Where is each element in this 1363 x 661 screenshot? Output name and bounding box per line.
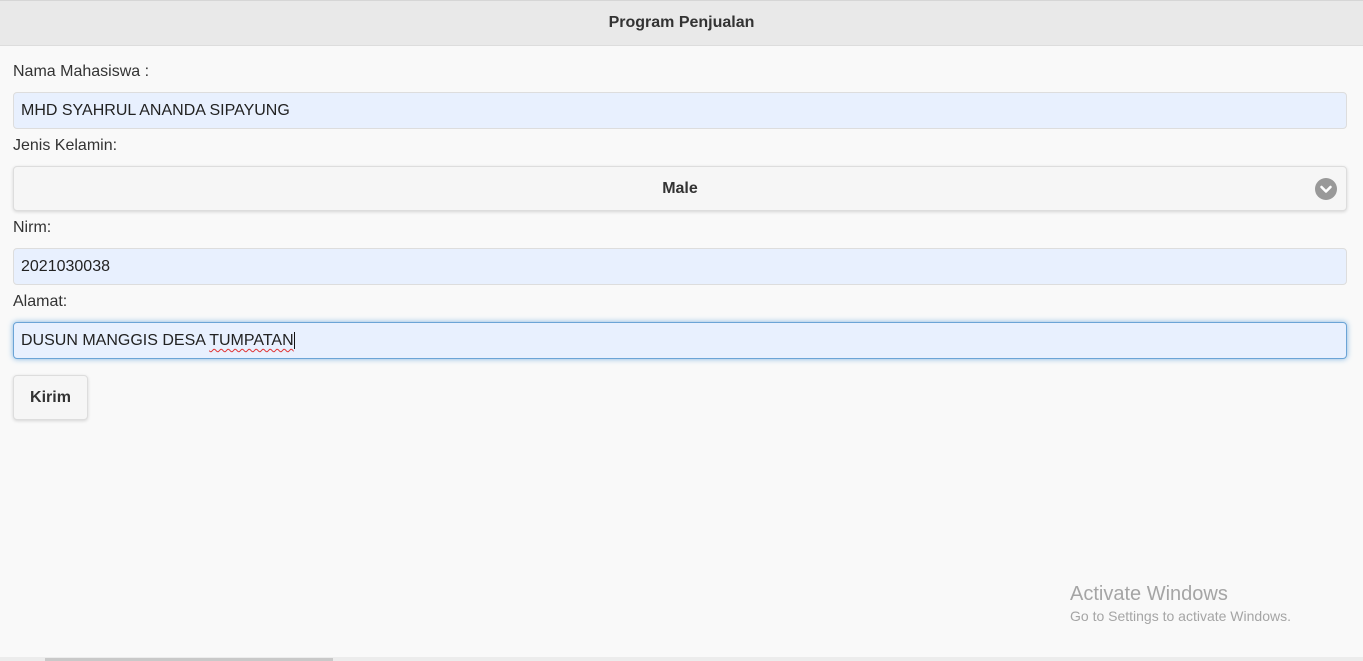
nama-mahasiswa-label: Nama Mahasiswa : [13,63,150,80]
nama-mahasiswa-value: MHD SYAHRUL ANANDA SIPAYUNG [21,102,290,119]
chevron-down-icon [1315,178,1337,200]
page-title: Program Penjualan [608,14,755,31]
alamat-input[interactable]: DUSUN MANGGIS DESA TUMPATAN [13,322,1347,359]
activate-windows-watermark: Activate Windows Go to Settings to activ… [1070,582,1291,626]
jenis-kelamin-label: Jenis Kelamin: [13,137,118,154]
alamat-value: DUSUN MANGGIS DESA [21,332,210,349]
page: Program Penjualan Nama Mahasiswa : MHD S… [0,0,1363,661]
text-caret [293,332,295,350]
page-title-bar: Program Penjualan [0,0,1363,46]
jenis-kelamin-selected-value: Male [662,180,698,197]
nirm-label: Nirm: [13,219,52,236]
alamat-label: Alamat: [13,293,68,310]
nirm-value: 2021030038 [21,258,110,275]
alamat-misspelled-word: TUMPATAN [209,332,294,349]
jenis-kelamin-select[interactable]: Male [13,166,1347,211]
watermark-title: Activate Windows [1070,583,1228,605]
kirim-button[interactable]: Kirim [13,375,88,420]
nama-mahasiswa-input[interactable]: MHD SYAHRUL ANANDA SIPAYUNG [13,92,1347,129]
watermark-subtitle: Go to Settings to activate Windows. [1070,608,1291,624]
nirm-input[interactable]: 2021030038 [13,248,1347,285]
